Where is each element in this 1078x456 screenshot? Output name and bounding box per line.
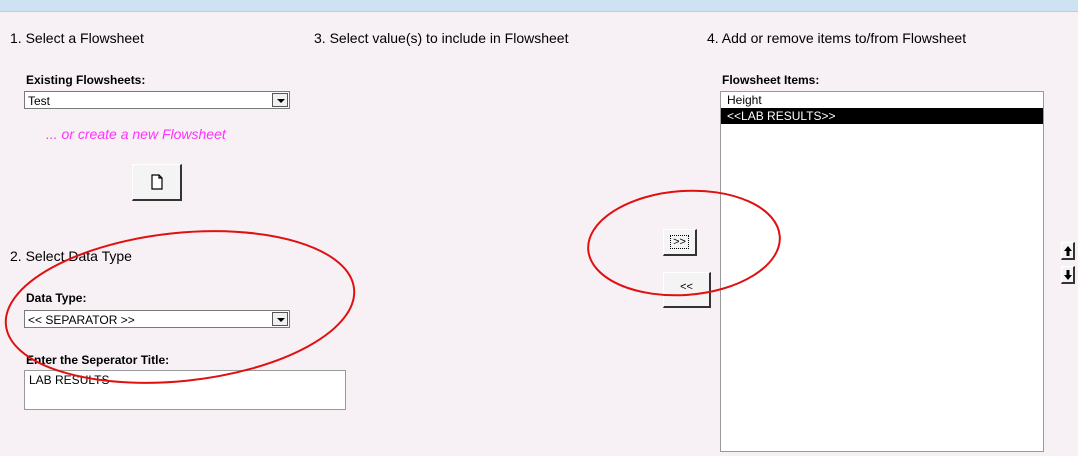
move-up-button[interactable]: [1061, 242, 1075, 260]
step2-title: 2. Select Data Type: [10, 248, 132, 264]
existing-flowsheets-value: Test: [28, 94, 51, 108]
list-item[interactable]: Height: [721, 92, 1043, 108]
new-document-icon: [150, 174, 163, 190]
separator-title-input[interactable]: LAB RESULTS: [24, 370, 346, 410]
new-flowsheet-button[interactable]: [132, 164, 182, 201]
arrow-down-icon: [1063, 270, 1072, 280]
step3-title: 3. Select value(s) to include in Flowshe…: [314, 30, 569, 46]
existing-flowsheets-label: Existing Flowsheets:: [26, 73, 146, 87]
arrow-up-icon: [1063, 246, 1072, 256]
list-item-selected[interactable]: <<LAB RESULTS>>: [721, 108, 1043, 124]
data-type-select[interactable]: << SEPARATOR >>: [24, 310, 290, 328]
separator-title-label: Enter the Seperator Title:: [26, 353, 170, 367]
add-to-flowsheet-button[interactable]: >>: [663, 229, 697, 256]
data-type-value: << SEPARATOR >>: [28, 313, 135, 327]
step1-title: 1. Select a Flowsheet: [10, 30, 144, 46]
data-type-label: Data Type:: [26, 291, 87, 305]
add-button-label: >>: [670, 235, 689, 249]
separator-title-value: LAB RESULTS: [29, 373, 110, 387]
step4-title: 4. Add or remove items to/from Flowsheet: [707, 30, 967, 46]
flowsheet-items-list[interactable]: Height <<LAB RESULTS>>: [720, 91, 1044, 452]
top-bar: [0, 0, 1078, 12]
remove-button-label: <<: [680, 281, 693, 293]
chevron-down-icon[interactable]: [272, 93, 288, 107]
remove-from-flowsheet-button[interactable]: <<: [663, 272, 711, 308]
flowsheet-items-label: Flowsheet Items:: [722, 73, 820, 87]
create-new-flowsheet-text: ... or create a new Flowsheet: [46, 126, 226, 142]
existing-flowsheets-select[interactable]: Test: [24, 91, 290, 109]
chevron-down-icon[interactable]: [272, 312, 288, 326]
move-down-button[interactable]: [1061, 266, 1075, 284]
